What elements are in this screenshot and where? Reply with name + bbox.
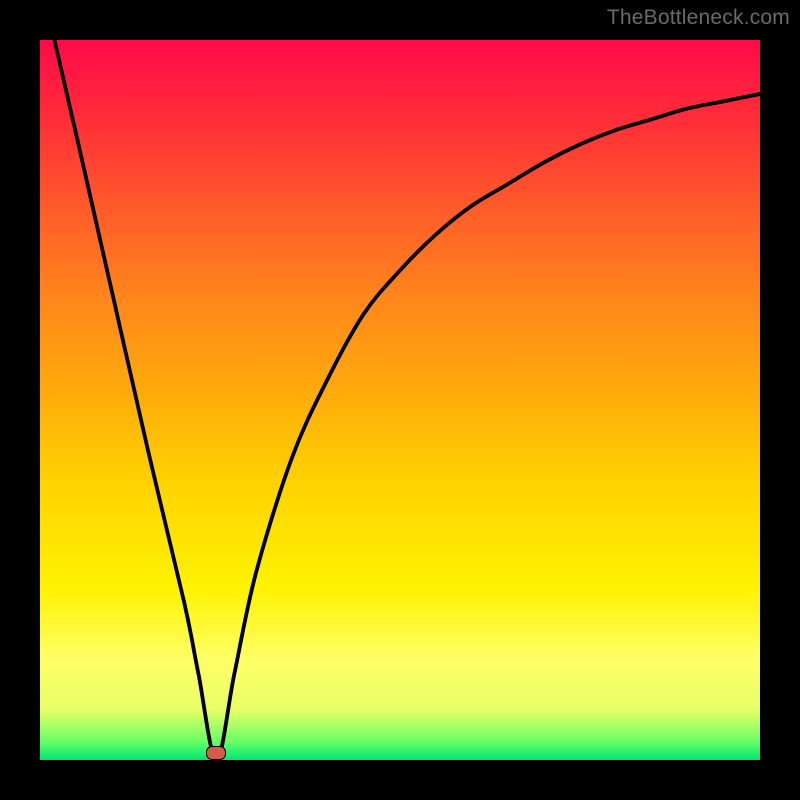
chart-frame: TheBottleneck.com [0, 0, 800, 800]
watermark-text: TheBottleneck.com [607, 6, 790, 30]
plot-area [40, 40, 760, 760]
minimum-marker [206, 746, 226, 760]
bottleneck-curve [40, 40, 760, 760]
